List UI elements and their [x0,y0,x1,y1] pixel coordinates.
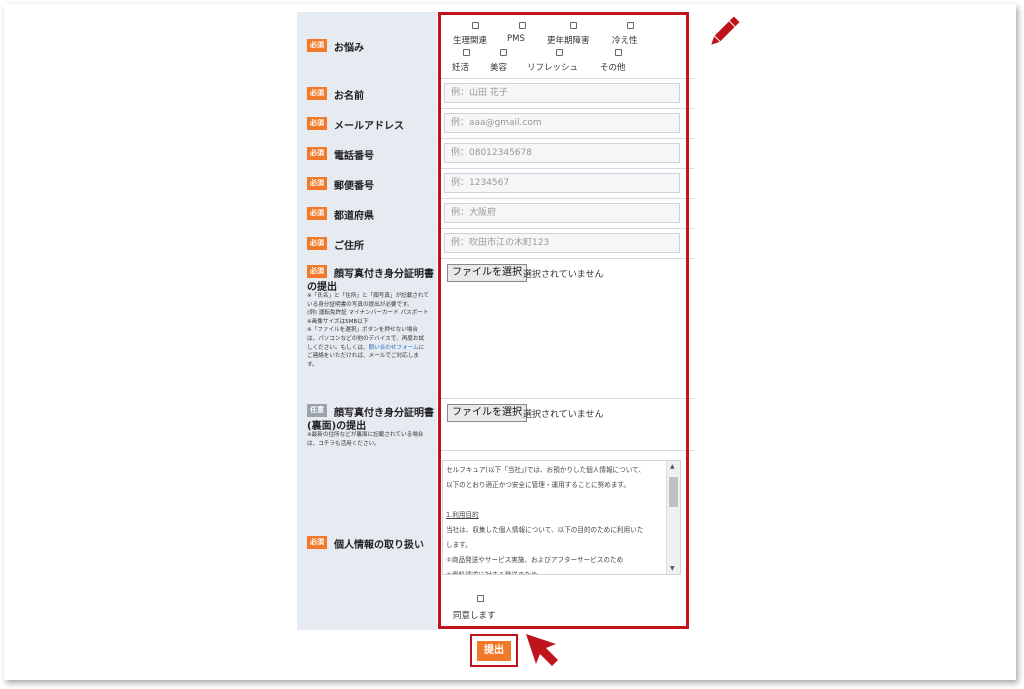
label-cell: 必須 個人情報の取り扱い [297,450,437,630]
label-cell: 任意 顔写真付き身分証明書 (裏面)の提出 ※最新の住所などが裏面に記載されてい… [297,398,437,450]
pencil-icon [711,16,740,45]
submit-highlight-box: 提出 [470,634,518,667]
phone-label: 電話番号 [334,151,374,162]
prefecture-label: 都道府県 [334,211,374,222]
required-badge: 必須 [307,207,327,220]
id-front-label-line2: の提出 [307,282,337,293]
required-badge: 必須 [307,147,327,160]
required-badge: 必須 [307,536,327,549]
highlight-box [438,12,689,629]
label-cell: 必須 顔写真付き身分証明書 の提出 ※「氏名」と「住所」と「顔写真」が記載されて… [297,258,437,398]
label-cell: 必須 電話番号 [297,138,437,168]
required-badge: 必須 [307,87,327,100]
label-cell: 必須 メールアドレス [297,108,437,138]
required-badge: 必須 [307,39,327,52]
inquiry-form-link[interactable]: 問い合わせフォーム [369,345,419,351]
id-back-note: ※最新の住所などが裏面に記載されている場合は、コチラも活用ください。 [307,432,424,447]
address-label: ご住所 [334,241,364,252]
label-cell: 必須 都道府県 [297,198,437,228]
label-cell: 必須 お名前 [297,78,437,108]
id-back-label-line2: (裏面)の提出 [307,421,367,432]
label-cell: 必須 ご住所 [297,228,437,258]
id-front-label: 顔写真付き身分証明書 [334,269,434,280]
name-label: お名前 [334,91,364,102]
postal-label: 郵便番号 [334,181,374,192]
cursor-arrow-icon [526,634,558,666]
required-badge: 必須 [307,177,327,190]
label-cell: 必須 お悩み [297,12,437,78]
email-label: メールアドレス [334,121,404,132]
required-badge: 必須 [307,117,327,130]
required-badge: 必須 [307,237,327,250]
privacy-label: 個人情報の取り扱い [334,540,424,551]
optional-badge: 任意 [307,404,327,417]
submit-button[interactable]: 提出 [477,641,511,661]
concerns-label: お悩み [334,43,364,54]
required-badge: 必須 [307,265,327,278]
id-front-note: ※「氏名」と「住所」と「顔写真」が記載されている身分証明書の写真の提出が必要です… [307,292,429,369]
label-cell: 必須 郵便番号 [297,168,437,198]
note-text: ※「氏名」と「住所」と「顔写真」が記載されている身分証明書の写真の提出が必要です… [307,293,429,351]
